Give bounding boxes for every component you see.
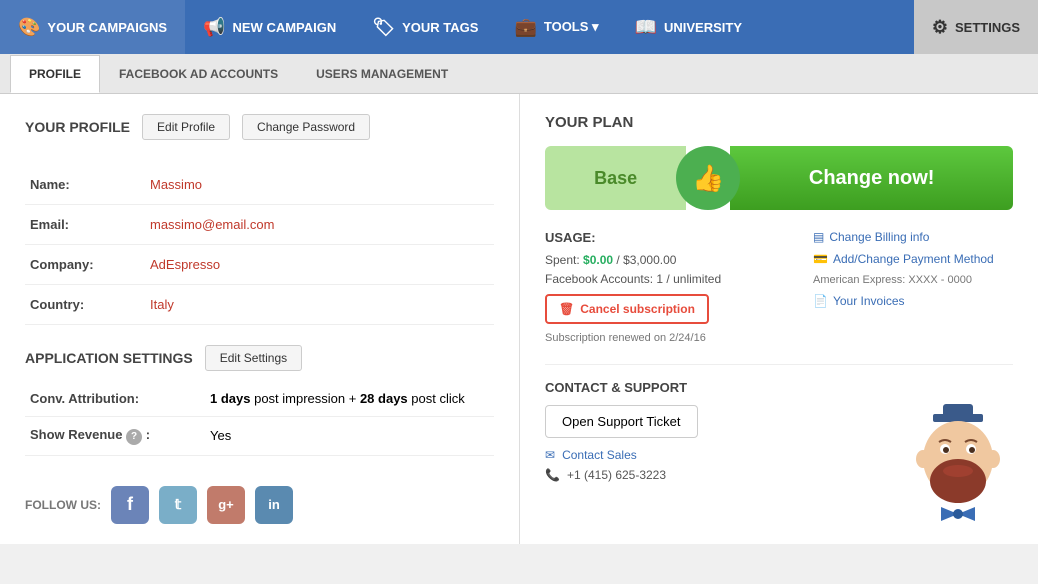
contact-title: CONTACT & SUPPORT — [545, 380, 1013, 395]
nav-campaigns[interactable]: 🎨 YOUR CAMPAIGNS — [0, 0, 185, 54]
usage-left: USAGE: Spent: $0.00 / $3,000.00 Facebook… — [545, 230, 793, 344]
nav-settings[interactable]: ⚙ SETTINGS — [914, 0, 1038, 54]
campaigns-icon: 🎨 — [18, 17, 40, 38]
edit-profile-button[interactable]: Edit Profile — [142, 114, 230, 140]
country-label: Country: — [25, 285, 145, 325]
left-panel: YOUR PROFILE Edit Profile Change Passwor… — [0, 94, 520, 544]
nav-your-tags[interactable]: 🏷 YOUR TAGS — [354, 0, 496, 54]
name-value: Massimo — [145, 165, 494, 205]
change-now-button[interactable]: Change now! — [730, 146, 1013, 210]
spent-total: $3,000.00 — [623, 253, 676, 267]
spent-amount: $0.00 — [583, 253, 613, 267]
country-value: Italy — [145, 285, 494, 325]
tab-facebook-ad-accounts[interactable]: FACEBOOK AD ACCOUNTS — [100, 54, 297, 93]
renew-text: Subscription renewed on 2/24/16 — [545, 332, 793, 344]
profile-country-row: Country: Italy — [25, 285, 494, 325]
trash-icon: 🗑 — [559, 302, 574, 316]
linkedin-social-icon[interactable]: in — [255, 486, 293, 524]
billing-icon: ▤ — [813, 230, 824, 244]
usage-billing-row: USAGE: Spent: $0.00 / $3,000.00 Facebook… — [545, 230, 1013, 344]
tab-users-management[interactable]: USERS MANAGEMENT — [297, 54, 467, 93]
follow-us-section: FOLLOW US: f 𝕥 g+ in — [25, 486, 494, 524]
twitter-social-icon[interactable]: 𝕥 — [159, 486, 197, 524]
fb-accounts-total: unlimited — [673, 272, 721, 286]
follow-us-label: FOLLOW US: — [25, 498, 101, 512]
app-settings-table: Conv. Attribution: 1 days post impressio… — [25, 381, 494, 456]
plan-title: YOUR PLAN — [545, 114, 1013, 131]
google-plus-social-icon[interactable]: g+ — [207, 486, 245, 524]
top-nav: 🎨 YOUR CAMPAIGNS 📢 NEW CAMPAIGN 🏷 YOUR T… — [0, 0, 1038, 54]
right-panel: YOUR PLAN Base 👍 Change now! USAGE: Spen… — [520, 94, 1038, 544]
phone-icon: 📞 — [545, 468, 560, 482]
email-label: Email: — [25, 205, 145, 245]
company-value: AdEspresso — [145, 245, 494, 285]
your-invoices-link[interactable]: 📄 Your Invoices — [813, 294, 1013, 308]
add-change-payment-link[interactable]: 💳 Add/Change Payment Method — [813, 252, 1013, 266]
show-revenue-help-icon[interactable]: ? — [126, 429, 142, 445]
edit-settings-button[interactable]: Edit Settings — [205, 345, 302, 371]
nav-university[interactable]: 📖 UNIVERSITY — [617, 0, 760, 54]
change-billing-info-link[interactable]: ▤ Change Billing info — [813, 230, 1013, 244]
profile-email-row: Email: massimo@email.com — [25, 205, 494, 245]
usage-title: USAGE: — [545, 230, 793, 245]
profile-section-header: YOUR PROFILE Edit Profile Change Passwor… — [25, 114, 494, 150]
spent-line: Spent: $0.00 / $3,000.00 — [545, 253, 793, 267]
facebook-accounts-line: Facebook Accounts: 1 / unlimited — [545, 272, 793, 286]
card-info: American Express: XXXX - 0000 — [813, 274, 1013, 286]
conv-attr-value: 1 days post impression + 28 days post cl… — [205, 381, 494, 417]
fb-accounts-count: 1 — [656, 272, 663, 286]
settings-icon: ⚙ — [932, 17, 948, 38]
open-support-ticket-button[interactable]: Open Support Ticket — [545, 405, 698, 438]
conv-attr-label: Conv. Attribution: — [25, 381, 205, 417]
plan-box: Base 👍 Change now! — [545, 146, 1013, 210]
email-value: massimo@email.com — [145, 205, 494, 245]
app-settings-title: APPLICATION SETTINGS — [25, 350, 193, 366]
facebook-social-icon[interactable]: f — [111, 486, 149, 524]
payment-icon: 💳 — [813, 252, 828, 266]
profile-name-row: Name: Massimo — [25, 165, 494, 205]
plan-base: Base — [545, 146, 686, 210]
university-icon: 📖 — [635, 17, 657, 38]
sub-nav: PROFILE FACEBOOK AD ACCOUNTS USERS MANAG… — [0, 54, 1038, 94]
profile-info-table: Name: Massimo Email: massimo@email.com C… — [25, 165, 494, 325]
plan-section: YOUR PLAN Base 👍 Change now! — [545, 114, 1013, 210]
profile-company-row: Company: AdEspresso — [25, 245, 494, 285]
company-label: Company: — [25, 245, 145, 285]
mascot-svg — [893, 399, 1023, 529]
nav-new-campaign[interactable]: 📢 NEW CAMPAIGN — [185, 0, 354, 54]
profile-section-title: YOUR PROFILE — [25, 119, 130, 135]
show-revenue-row: Show Revenue ? : Yes — [25, 417, 494, 456]
plan-change-icon: 👍 — [676, 146, 740, 210]
cancel-subscription-button[interactable]: 🗑 Cancel subscription — [545, 294, 709, 324]
main-content: YOUR PROFILE Edit Profile Change Passwor… — [0, 94, 1038, 544]
new-campaign-icon: 📢 — [203, 17, 225, 38]
app-settings-header: APPLICATION SETTINGS Edit Settings — [25, 345, 494, 371]
nav-tools[interactable]: 💼 TOOLS ▾ — [496, 0, 616, 54]
show-revenue-label: Show Revenue ? : — [25, 417, 205, 456]
change-password-button[interactable]: Change Password — [242, 114, 370, 140]
name-label: Name: — [25, 165, 145, 205]
invoice-icon: 📄 — [813, 294, 828, 308]
email-icon: ✉ — [545, 448, 555, 462]
mascot-container — [893, 399, 1023, 529]
tags-icon: 🏷 — [372, 17, 395, 38]
phone-number: +1 (415) 625-3223 — [567, 468, 666, 482]
billing-right: ▤ Change Billing info 💳 Add/Change Payme… — [813, 230, 1013, 344]
conv-attribution-row: Conv. Attribution: 1 days post impressio… — [25, 381, 494, 417]
tools-icon: 💼 — [514, 17, 536, 38]
contact-sales-link[interactable]: Contact Sales — [562, 448, 637, 462]
tab-profile[interactable]: PROFILE — [10, 55, 100, 93]
show-revenue-value: Yes — [205, 417, 494, 456]
